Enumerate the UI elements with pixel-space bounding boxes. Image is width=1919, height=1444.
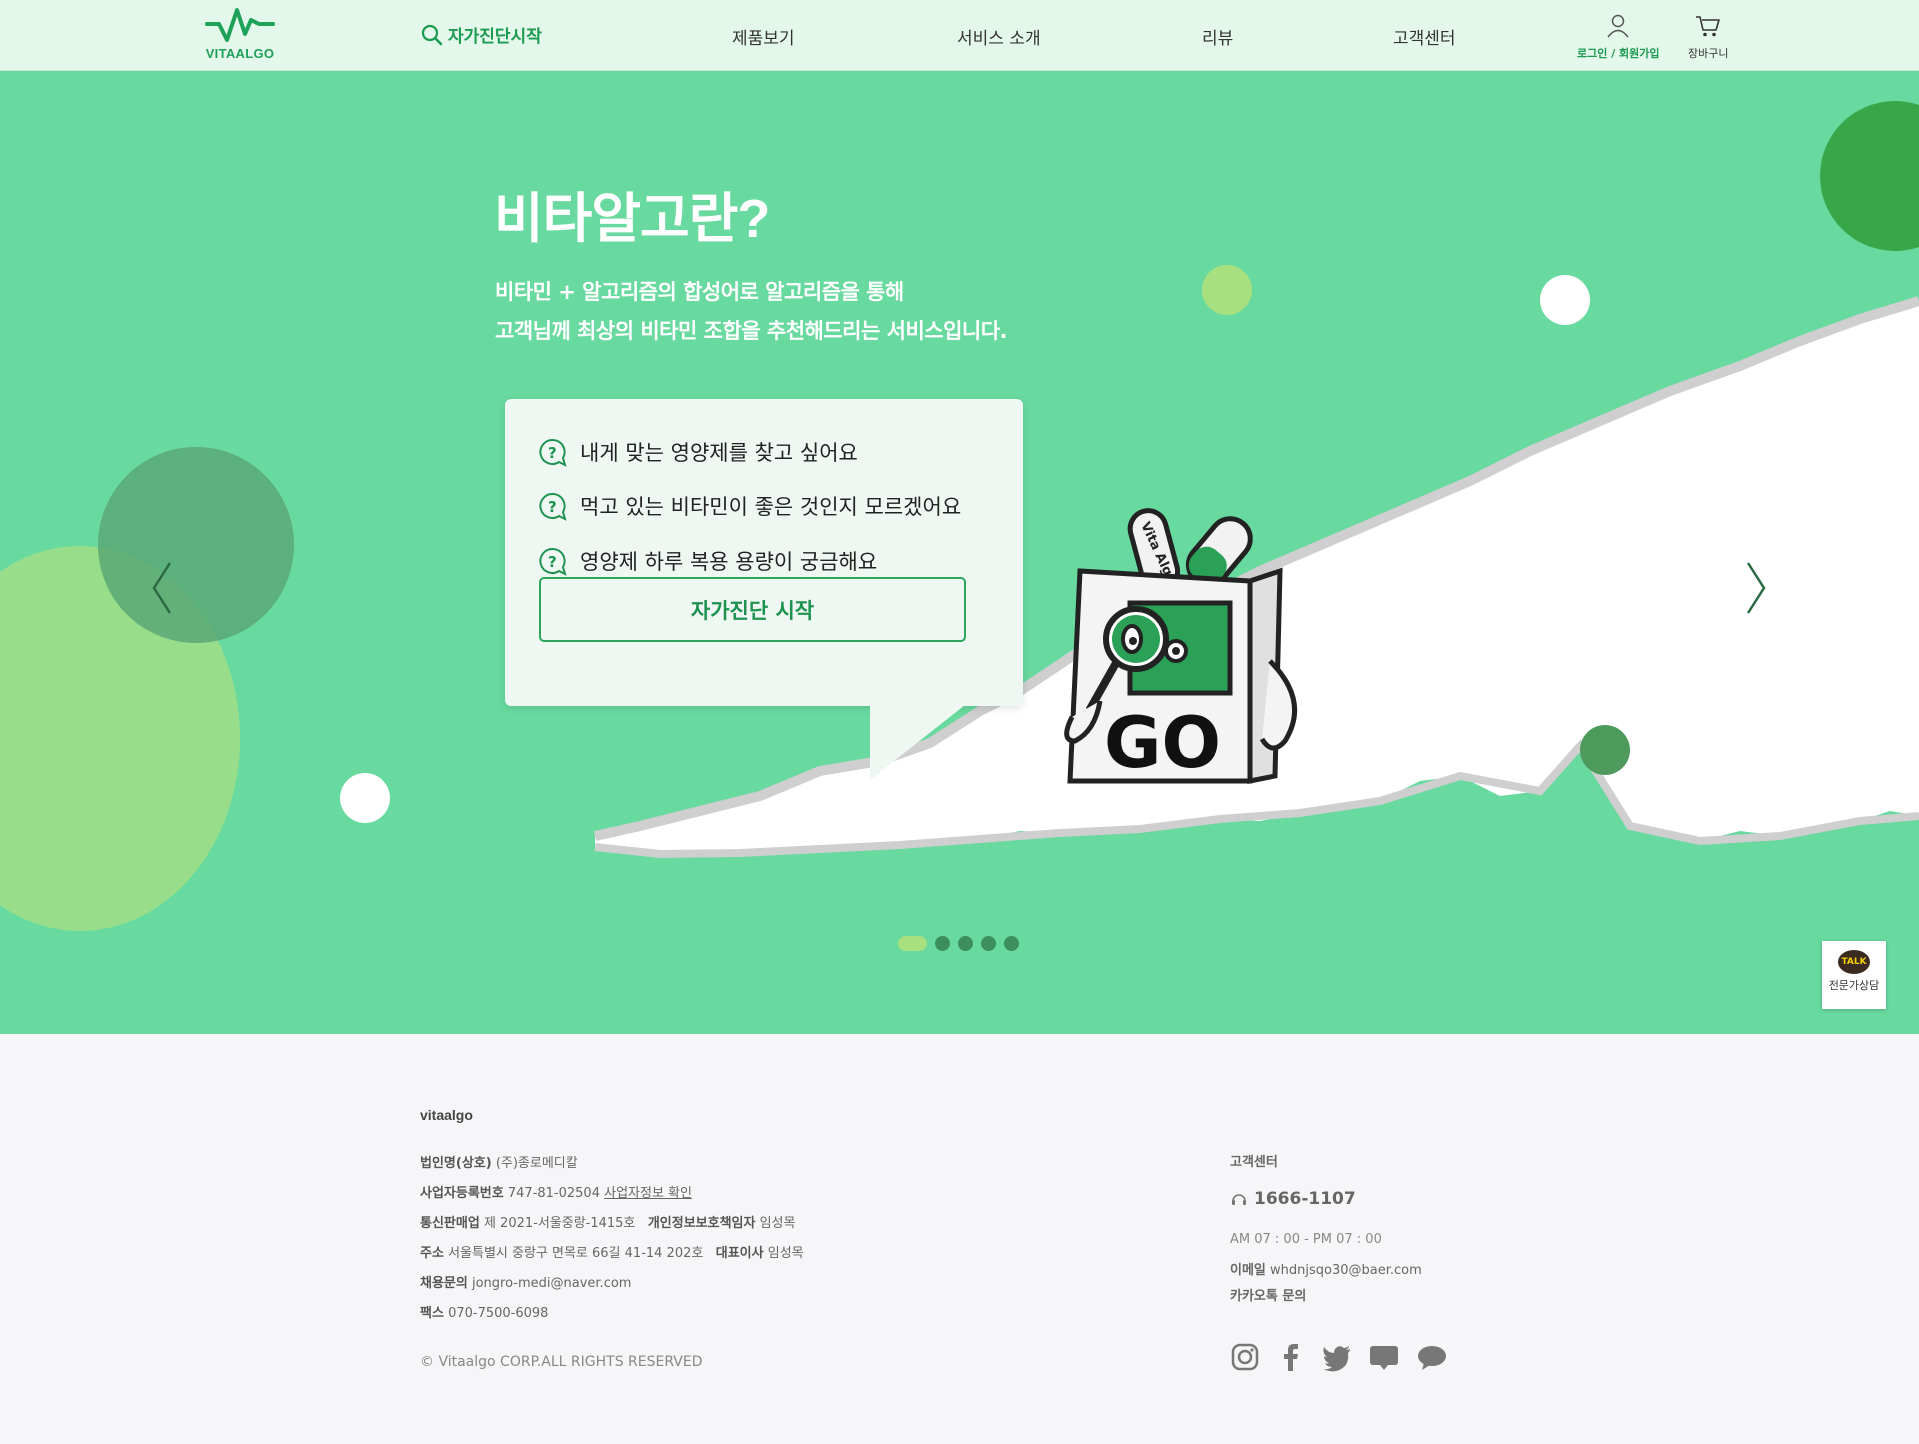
question-text: 먹고 있는 비타민이 좋은 것인지 모르겠어요 <box>580 495 962 519</box>
footer-copyright: © Vitaalgo CORP.ALL RIGHTS RESERVED <box>420 1354 703 1370</box>
biz-info-link[interactable]: 사업자정보 확인 <box>604 1186 692 1201</box>
footer-address: 주소 서울특별시 중랑구 면목로 66길 41-14 202호 대표이사 임성목 <box>420 1246 804 1261</box>
cs-email: 이메일 whdnjsqo30@baer.com <box>1230 1263 1422 1278</box>
prev-slide-arrow[interactable] <box>150 561 174 619</box>
logo-pulse-icon <box>205 8 275 42</box>
question-item: ? 먹고 있는 비타민이 좋은 것인지 모르겠어요 <box>538 491 961 521</box>
question-item: ? 영양제 하루 복용 용량이 궁금해요 <box>538 546 877 576</box>
expert-consult-label: 전문가상담 <box>1828 979 1880 992</box>
cs-phone: 1666-1107 <box>1230 1189 1356 1209</box>
logo[interactable]: VITAALGO <box>204 6 276 66</box>
footer-recruit: 채용문의 jongro-medi@naver.com <box>420 1276 632 1291</box>
self-diagnosis-start-link[interactable]: 자가진단시작 <box>420 22 542 47</box>
slide-dot-1[interactable] <box>898 936 927 951</box>
question-text: 영양제 하루 복용 용량이 궁금해요 <box>580 550 878 574</box>
nav-service-intro[interactable]: 서비스 소개 <box>957 24 1041 49</box>
kakao-inquiry-link[interactable]: 카카오톡 문의 <box>1230 1285 1306 1304</box>
cs-hours: AM 07 : 00 - PM 07 : 00 <box>1230 1232 1382 1247</box>
next-slide-arrow[interactable] <box>1744 561 1768 619</box>
site-header: VITAALGO 자가진단시작 제품보기 서비스 소개 리뷰 고객센터 로그인 … <box>0 0 1919 71</box>
logo-text: VITAALGO <box>205 46 275 61</box>
self-diagnosis-label: 자가진단시작 <box>448 27 542 47</box>
blog-chat-icon[interactable] <box>1368 1342 1400 1376</box>
slide-dot-4[interactable] <box>981 936 996 951</box>
slide-dot-3[interactable] <box>958 936 973 951</box>
nav-products[interactable]: 제품보기 <box>732 24 795 49</box>
social-links <box>1230 1342 1448 1376</box>
footer-brand: vitaalgo <box>420 1107 473 1123</box>
footer-fax: 팩스 070-7500-6098 <box>420 1306 549 1321</box>
cart-label: 장바구니 <box>1688 47 1729 60</box>
footer-company: 법인명(상호) (주)종로메디칼 <box>420 1156 578 1171</box>
hero-banner: Vita Algo GO 비타알고란? 비타민 + 알고리즘의 합성어로 알고리… <box>0 71 1919 1034</box>
cart-link[interactable]: 장바구니 <box>1688 14 1728 61</box>
footer-telecom: 통신판매업 제 2021-서울중랑-1415호 개인정보보호책임자 임성목 <box>420 1216 796 1231</box>
search-icon <box>421 24 443 45</box>
cart-icon <box>1696 16 1721 37</box>
twitter-icon[interactable] <box>1322 1342 1352 1376</box>
footer-bizno: 사업자등록번호 747-81-02504 사업자정보 확인 <box>420 1186 692 1201</box>
decor-circle <box>1580 725 1630 775</box>
chevron-left-icon <box>152 562 172 614</box>
slide-pagination <box>898 936 1019 951</box>
card-tail <box>870 705 965 780</box>
svg-text:?: ? <box>548 444 557 462</box>
start-diagnosis-button[interactable]: 자가진단 시작 <box>539 577 966 642</box>
instagram-icon[interactable] <box>1230 1342 1260 1376</box>
nav-reviews[interactable]: 리뷰 <box>1202 24 1233 49</box>
login-signup-label: 로그인 / 회원가입 <box>1577 47 1660 60</box>
facebook-icon[interactable] <box>1276 1342 1306 1376</box>
kakao-chat-icon[interactable] <box>1416 1342 1448 1376</box>
question-bubble-icon: ? <box>539 547 567 576</box>
svg-text:?: ? <box>548 498 557 516</box>
login-signup-link[interactable]: 로그인 / 회원가입 <box>1577 14 1660 61</box>
svg-text:?: ? <box>548 553 557 571</box>
chevron-right-icon <box>1746 562 1766 614</box>
expert-consult-talk-button[interactable]: TALK 전문가상담 <box>1822 941 1886 1009</box>
question-bubble-icon: ? <box>539 492 567 521</box>
nav-customer-center[interactable]: 고객센터 <box>1393 24 1456 49</box>
character-go-text: GO <box>1104 702 1221 784</box>
cs-phone-number: 1666-1107 <box>1254 1189 1356 1209</box>
question-text: 내게 맞는 영양제를 찾고 싶어요 <box>580 441 858 465</box>
go-character-illustration: Vita Algo GO <box>1064 508 1298 785</box>
slide-dot-5[interactable] <box>1004 936 1019 951</box>
question-card: ? 내게 맞는 영양제를 찾고 싶어요 ? 먹고 있는 비타민이 좋은 것인지 … <box>505 399 1023 706</box>
user-icon <box>1607 14 1629 38</box>
question-bubble-icon: ? <box>539 438 567 467</box>
slide-dot-2[interactable] <box>935 936 950 951</box>
cs-title: 고객센터 <box>1230 1155 1278 1170</box>
kakao-talk-icon: TALK <box>1838 950 1870 974</box>
question-item: ? 내게 맞는 영양제를 찾고 싶어요 <box>538 437 858 467</box>
site-footer: vitaalgo 법인명(상호) (주)종로메디칼 사업자등록번호 747-81… <box>0 1034 1919 1444</box>
headset-icon <box>1232 1194 1246 1205</box>
